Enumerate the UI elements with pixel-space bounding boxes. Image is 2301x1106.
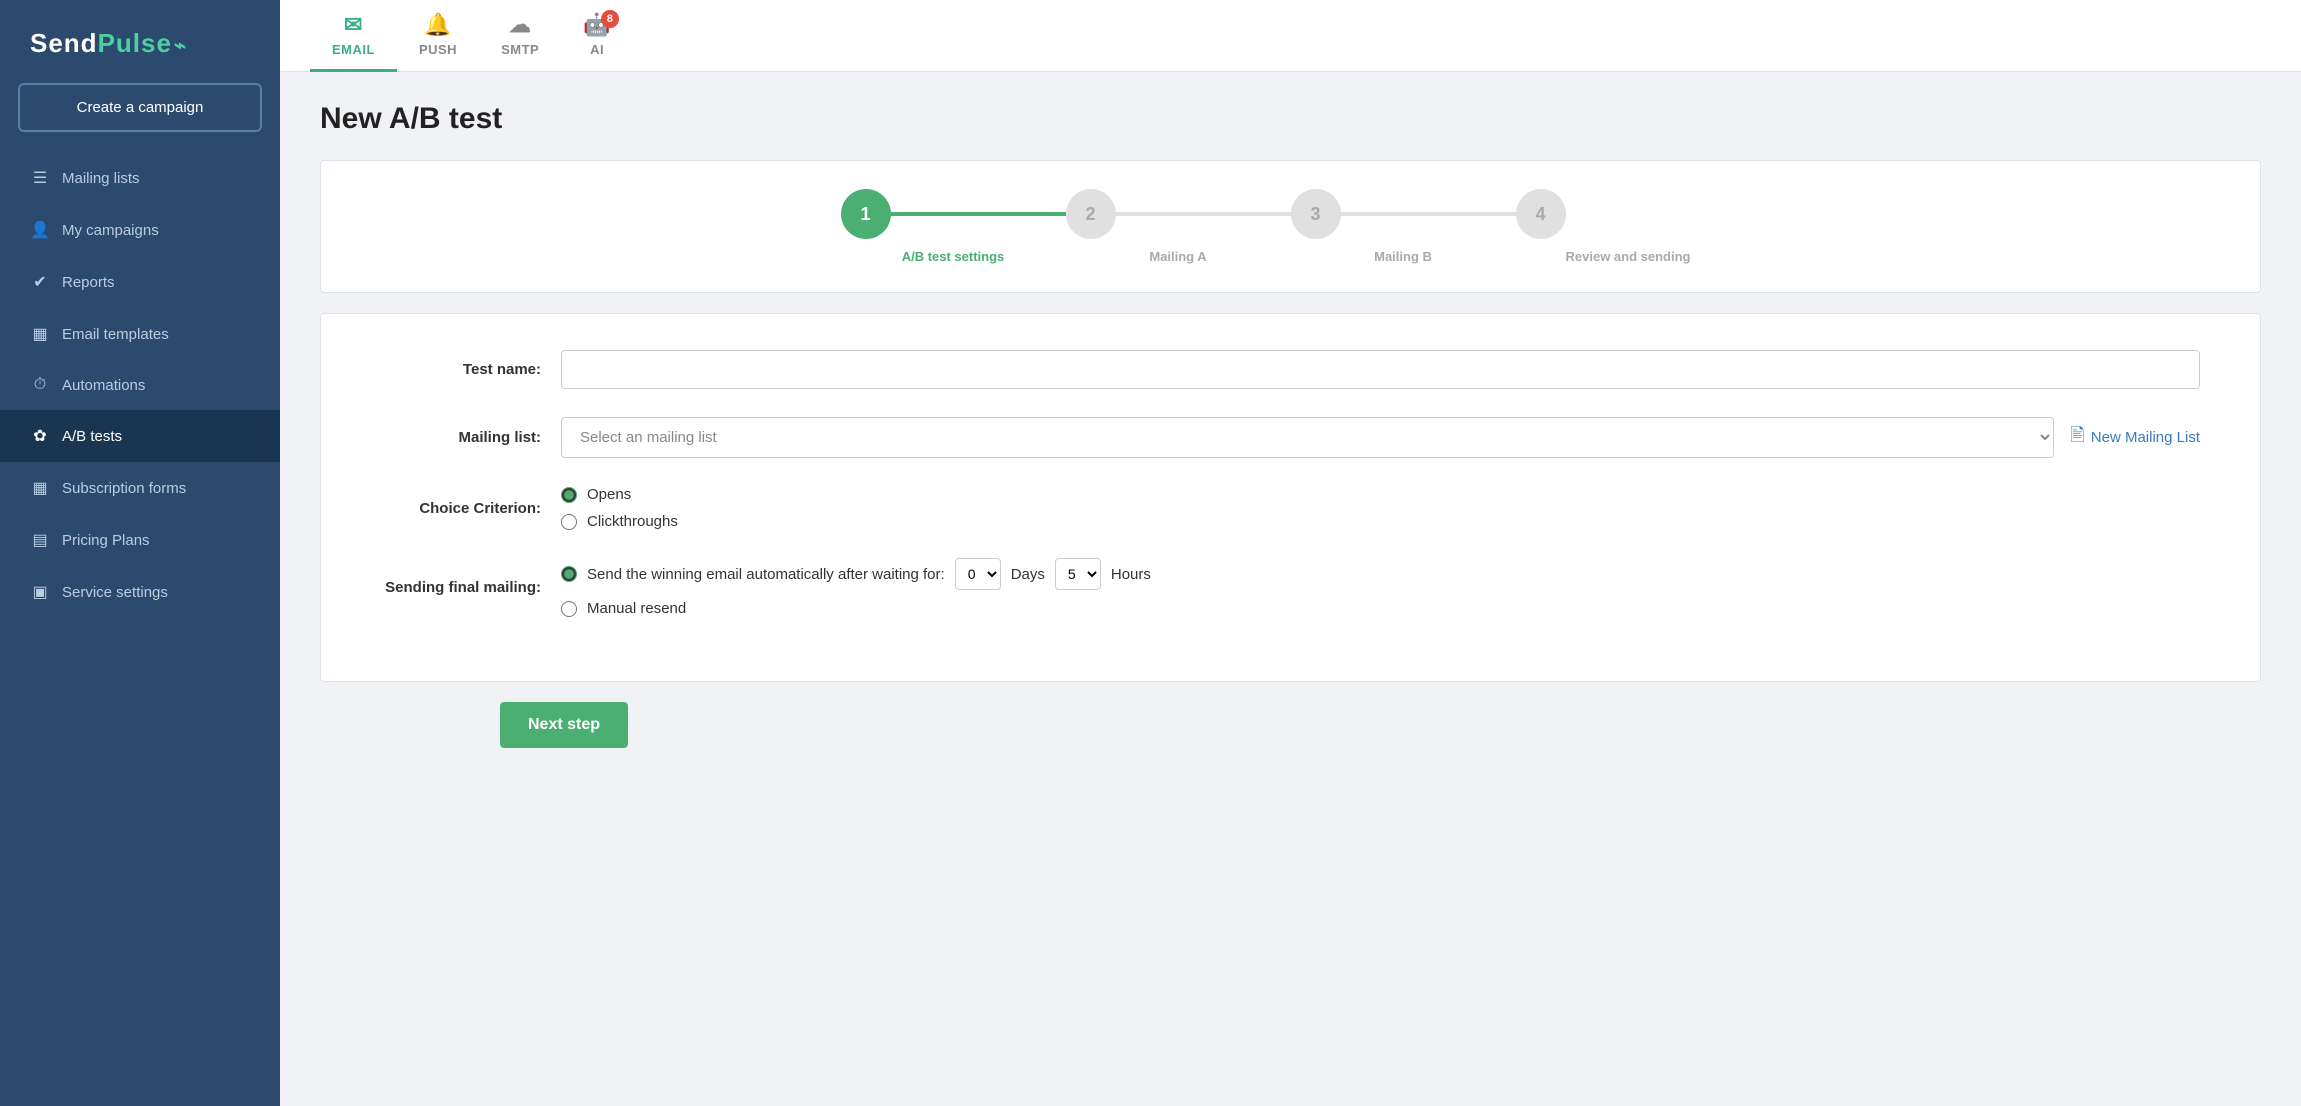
days-select[interactable]: 012345 (955, 558, 1001, 590)
steps-wrapper: 1 A/B test settings 2 Mailing A (841, 189, 1741, 264)
choice-clickthroughs[interactable]: Clickthroughs (561, 513, 2200, 530)
sending-auto-radio[interactable] (561, 566, 577, 582)
hours-select[interactable]: 12345678 (1055, 558, 1101, 590)
ab-tests-icon: ✿ (30, 426, 50, 446)
sending-manual[interactable]: Manual resend (561, 600, 2200, 617)
step-1-label: A/B test settings (902, 249, 1005, 264)
step-2-circle: 2 (1066, 189, 1116, 239)
pricing-plans-icon: ▤ (30, 530, 50, 550)
step-1-line (891, 212, 1066, 216)
new-mailing-icon: 🖹 (2070, 423, 2084, 453)
email-icon: ✉ (344, 12, 363, 38)
automations-icon: ⏱ (30, 376, 50, 394)
subscription-forms-icon: ▦ (30, 478, 50, 498)
step-2-line (1116, 212, 1291, 216)
sending-auto-row: Send the winning email automatically aft… (587, 558, 1151, 590)
sending-auto[interactable]: Send the winning email automatically aft… (561, 558, 2200, 590)
create-campaign-button[interactable]: Create a campaign (18, 83, 262, 132)
sidebar-item-subscription-forms[interactable]: ▦ Subscription forms (0, 462, 280, 514)
sidebar-item-mailing-lists[interactable]: ☰ Mailing lists (0, 152, 280, 204)
sidebar-item-my-campaigns[interactable]: 👤 My campaigns (0, 204, 280, 256)
my-campaigns-icon: 👤 (30, 220, 50, 240)
step-1[interactable]: 1 A/B test settings (841, 189, 1066, 264)
sidebar-item-service-settings[interactable]: ▣ Service settings (0, 566, 280, 618)
sidebar-logo: SendPulse⌁ (0, 0, 280, 83)
sending-manual-radio[interactable] (561, 601, 577, 617)
mailing-list-select[interactable]: Select an mailing list (561, 417, 2054, 458)
sending-final-label: Sending final mailing: (381, 579, 561, 596)
choice-criterion-label: Choice Criterion: (381, 500, 561, 517)
top-navigation: ✉ EMAIL 🔔 PUSH ☁ SMTP 🤖 AI 8 (280, 0, 2301, 72)
step-4[interactable]: 4 Review and sending (1516, 189, 1741, 264)
sidebar-item-ab-tests[interactable]: ✿ A/B tests (0, 410, 280, 462)
step-4-label: Review and sending (1566, 249, 1691, 264)
service-settings-icon: ▣ (30, 582, 50, 602)
step-3-line (1341, 212, 1516, 216)
mailing-list-label: Mailing list: (381, 429, 561, 446)
test-name-input[interactable] (561, 350, 2200, 389)
email-templates-icon: ▦ (30, 324, 50, 344)
choice-clickthroughs-radio[interactable] (561, 514, 577, 530)
steps-container: 1 A/B test settings 2 Mailing A (320, 160, 2261, 293)
topnav-smtp[interactable]: ☁ SMTP (479, 0, 561, 72)
choice-opens-radio[interactable] (561, 487, 577, 503)
topnav-email[interactable]: ✉ EMAIL (310, 0, 397, 72)
sending-final-options: Send the winning email automatically aft… (561, 558, 2200, 617)
choice-criterion-row: Choice Criterion: Opens Clickthroughs (381, 486, 2200, 530)
test-name-row: Test name: (381, 350, 2200, 389)
next-step-button[interactable]: Next step (500, 702, 628, 748)
choice-opens[interactable]: Opens (561, 486, 2200, 503)
sidebar-item-automations[interactable]: ⏱ Automations (0, 360, 280, 410)
topnav-push[interactable]: 🔔 PUSH (397, 0, 479, 72)
form-card: Test name: Mailing list: Select an maili… (320, 313, 2261, 682)
sidebar-item-email-templates[interactable]: ▦ Email templates (0, 308, 280, 360)
mailing-list-select-wrap: Select an mailing list 🖹 New Mailing Lis… (561, 417, 2200, 458)
test-name-label: Test name: (381, 361, 561, 378)
mailing-list-row: Mailing list: Select an mailing list 🖹 N… (381, 417, 2200, 458)
step-1-circle: 1 (841, 189, 891, 239)
page-title: New A/B test (320, 102, 2261, 136)
ai-badge: 8 (601, 10, 619, 28)
sidebar-item-reports[interactable]: ✔ Reports (0, 256, 280, 308)
push-icon: 🔔 (424, 12, 452, 38)
topnav-ai[interactable]: 🤖 AI 8 (561, 0, 633, 72)
main-content: ✉ EMAIL 🔔 PUSH ☁ SMTP 🤖 AI 8 New A/B tes… (280, 0, 2301, 1106)
step-4-circle: 4 (1516, 189, 1566, 239)
sending-final-row: Sending final mailing: Send the winning … (381, 558, 2200, 617)
sidebar-nav: ☰ Mailing lists 👤 My campaigns ✔ Reports… (0, 152, 280, 618)
choice-criterion-options: Opens Clickthroughs (561, 486, 2200, 530)
page-content: New A/B test 1 A/B test settings (280, 72, 2301, 1106)
reports-icon: ✔ (30, 272, 50, 292)
sidebar: SendPulse⌁ Create a campaign ☰ Mailing l… (0, 0, 280, 1106)
step-2-label: Mailing A (1149, 249, 1206, 264)
sidebar-item-pricing-plans[interactable]: ▤ Pricing Plans (0, 514, 280, 566)
step-3-label: Mailing B (1374, 249, 1432, 264)
step-3[interactable]: 3 Mailing B (1291, 189, 1516, 264)
step-2[interactable]: 2 Mailing A (1066, 189, 1291, 264)
smtp-icon: ☁ (509, 12, 532, 38)
new-mailing-list-link[interactable]: 🖹 New Mailing List (2070, 423, 2200, 453)
mailing-lists-icon: ☰ (30, 168, 50, 188)
step-3-circle: 3 (1291, 189, 1341, 239)
